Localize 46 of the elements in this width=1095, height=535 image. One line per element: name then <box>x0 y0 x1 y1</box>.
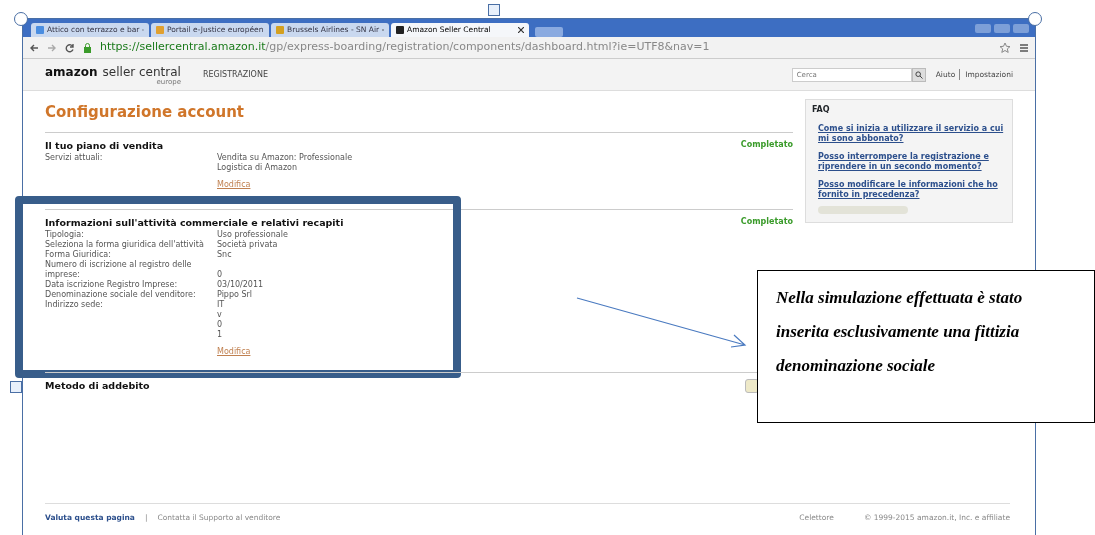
favicon-icon <box>156 26 164 34</box>
field-value: Uso professionale <box>217 230 288 240</box>
status-label: Completato <box>740 215 793 228</box>
resize-handle-icon[interactable] <box>1028 12 1042 26</box>
resize-handle-icon[interactable] <box>14 12 28 26</box>
star-icon[interactable] <box>999 41 1011 54</box>
status-label: Completato <box>740 138 793 151</box>
field-label: Denominazione sociale del venditore: <box>45 290 197 300</box>
resize-handle-icon[interactable] <box>10 381 22 393</box>
back-icon[interactable] <box>29 42 39 53</box>
nav-link[interactable]: REGISTRAZIONE <box>202 68 268 81</box>
field-label: Indirizzo sede: <box>45 300 104 311</box>
resize-handle-icon[interactable] <box>488 4 500 16</box>
field-label: Servizi attuali: <box>45 152 104 164</box>
field-label: Seleziona la forma giuridica dell'attività <box>45 240 205 250</box>
field-value: 0 <box>217 270 223 280</box>
favicon-icon <box>276 26 284 34</box>
field-label: Data iscrizione Registro Imprese: <box>45 280 179 290</box>
favicon-icon <box>36 26 44 34</box>
field-value: Pippo Srl <box>217 290 253 300</box>
field-value: Logistica di Amazon <box>217 162 299 173</box>
section-title: Metodo di addebito <box>45 379 150 393</box>
forward-icon[interactable] <box>47 42 57 53</box>
field-value: 0 <box>217 320 224 330</box>
field-label: Tipologia: <box>45 230 85 240</box>
field-value: IT <box>217 300 225 310</box>
field-value: Snc <box>217 250 232 260</box>
field-value: v <box>217 310 223 320</box>
annotation-callout: Nella simulazione effettuata è stato inserita esclusivamente una fittizia denominazione sociale <box>757 270 1095 423</box>
field-label: Numero di iscrizione al registro delle imprese: <box>45 260 193 280</box>
faq-link[interactable]: Come si inizia a utilizzare il servizio a cui mi sono abbonato? <box>818 124 1006 144</box>
faq-title: FAQ <box>812 104 831 116</box>
lock-icon <box>83 42 92 53</box>
favicon-icon <box>396 26 404 34</box>
menu-icon[interactable] <box>1019 42 1029 53</box>
page-title: Configurazione account <box>45 102 246 123</box>
field-label: Forma Giuridica: <box>45 250 112 260</box>
field-value: Vendita su Amazon: Professionale <box>217 152 353 163</box>
field-value: 1 <box>217 330 224 340</box>
faq-link[interactable]: Posso interrompere la registrazione e riprendere in un secondo momento? <box>818 152 1006 172</box>
field-value: Società privata <box>217 240 278 250</box>
faq-link[interactable]: Posso modificare le informazioni che ho fornito in precedenza? <box>818 180 1006 200</box>
reload-icon[interactable] <box>65 42 75 53</box>
field-value: 03/10/2011 <box>217 280 264 290</box>
section-title: Il tuo piano di vendita <box>45 138 164 153</box>
section-title: Informazioni sull'attività commerciale e relativi recapiti <box>45 215 344 230</box>
